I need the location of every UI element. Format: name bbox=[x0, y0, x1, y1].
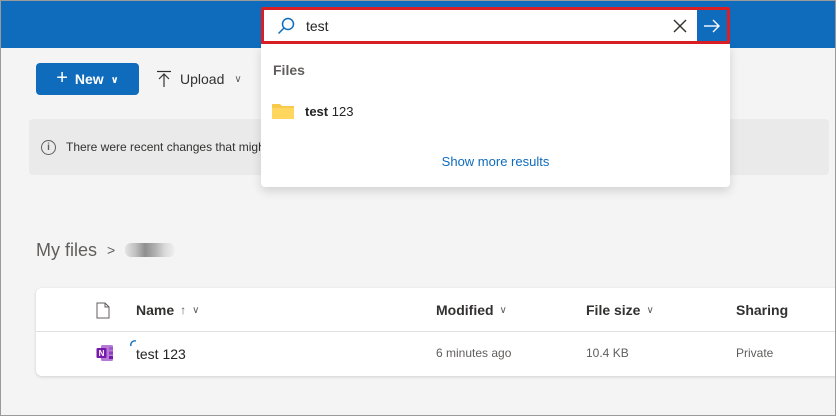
column-header-sharing[interactable]: Sharing bbox=[736, 302, 788, 318]
breadcrumb-root[interactable]: My files bbox=[36, 240, 97, 261]
suggestion-label: test 123 bbox=[305, 103, 354, 119]
chevron-down-icon: ∨ bbox=[499, 304, 507, 316]
column-header-name[interactable]: Name ↑ ∨ bbox=[136, 302, 199, 318]
chevron-down-icon: ∨ bbox=[234, 73, 242, 85]
sort-ascending-icon: ↑ bbox=[180, 303, 187, 317]
breadcrumb-current-blurred[interactable] bbox=[125, 243, 176, 257]
table-row-size: 10.4 KB bbox=[586, 346, 629, 360]
table-row-sharing: Private bbox=[736, 346, 774, 360]
search-submit-button[interactable] bbox=[697, 10, 727, 41]
table-row-name[interactable]: test 123 bbox=[136, 346, 186, 362]
table-row-modified: 6 minutes ago bbox=[436, 346, 512, 360]
column-header-file-size[interactable]: File size ∨ bbox=[586, 302, 654, 318]
column-header-modified[interactable]: Modified ∨ bbox=[436, 302, 507, 318]
plus-icon: + bbox=[56, 67, 68, 89]
folder-icon bbox=[272, 104, 294, 119]
suggestion-item[interactable]: test 123 bbox=[271, 100, 353, 122]
upload-button[interactable]: Upload ∨ bbox=[156, 66, 242, 92]
breadcrumb-separator: > bbox=[107, 242, 116, 258]
show-more-results-link[interactable]: Show more results bbox=[261, 154, 730, 169]
svg-text:N: N bbox=[99, 349, 105, 358]
chevron-down-icon: ∨ bbox=[110, 74, 119, 86]
search-input[interactable]: test bbox=[306, 18, 671, 34]
search-icon bbox=[277, 17, 295, 34]
file-type-icon bbox=[96, 302, 110, 319]
chevron-down-icon: ∨ bbox=[192, 304, 200, 316]
onenote-icon: N bbox=[96, 345, 113, 361]
info-icon: i bbox=[41, 139, 56, 155]
new-button-label: New bbox=[74, 71, 104, 87]
search-suggestions-dropdown: Files test 123 Show more results bbox=[261, 44, 730, 187]
notice-text: There were recent changes that migh bbox=[66, 140, 265, 154]
upload-button-label: Upload bbox=[180, 71, 225, 87]
close-icon[interactable] bbox=[671, 17, 689, 35]
arrow-right-icon bbox=[704, 19, 720, 32]
upload-icon bbox=[157, 70, 171, 87]
chevron-down-icon: ∨ bbox=[646, 304, 654, 316]
suggestions-heading: Files bbox=[273, 62, 305, 78]
files-table: Name ↑ ∨ Modified ∨ File size ∨ Sharing … bbox=[36, 288, 836, 376]
search-box[interactable]: test bbox=[261, 7, 730, 44]
header-divider bbox=[36, 331, 836, 332]
new-button[interactable]: + New ∨ bbox=[36, 63, 139, 95]
breadcrumb: My files > bbox=[36, 238, 176, 262]
